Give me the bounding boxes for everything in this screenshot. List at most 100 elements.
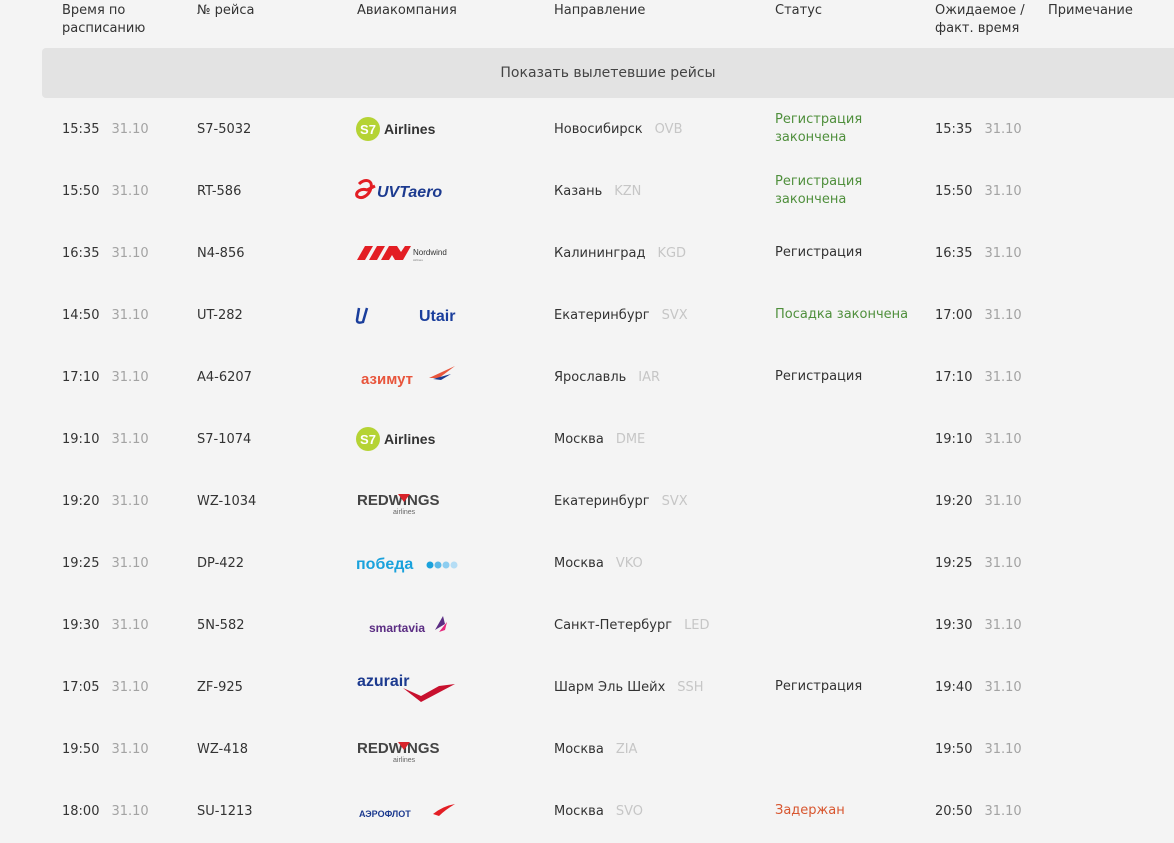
expected-date: 31.10 [984,679,1022,695]
expected-time: 19:40 [935,679,973,695]
destination-city: Калининград [554,245,646,261]
scheduled-time-cell: 19:25 31.10 [62,532,149,594]
destination-cell: Шарм Эль Шейх SSH [554,656,704,718]
flight-number: DP-422 [197,555,245,571]
status-text: Регистрация [775,679,863,694]
table-row[interactable]: 16:35 31.10 N4-856 Nordwind Airlines Кал… [0,222,1174,284]
destination-city: Москва [554,431,604,447]
scheduled-time: 18:00 [62,803,100,819]
scheduled-time: 14:50 [62,307,100,323]
expected-time: 19:10 [935,431,973,447]
logo-word-text: азимут [361,371,413,388]
destination-code: SVX [661,493,688,509]
status-text: Регистрация [775,245,863,260]
logo-word-text: azurair [357,673,409,690]
scheduled-time-cell: 19:30 31.10 [62,594,149,656]
header-scheduled-time: Время по расписанию [62,3,146,36]
scheduled-date: 31.10 [111,369,149,385]
destination-cell: Ярославль IAR [554,346,660,408]
table-row[interactable]: 15:35 31.10 S7-5032 S7 Airlines Новосиби… [0,98,1174,160]
expected-time: 19:30 [935,617,973,633]
table-row[interactable]: 19:10 31.10 S7-1074 S7 Airlines Москва D… [0,408,1174,470]
logo-word-text: победа [356,556,413,573]
expected-date: 31.10 [984,245,1022,261]
table-row[interactable]: 19:25 31.10 DP-422 победа Москва VKO 19:… [0,532,1174,594]
flights-table: 15:35 31.10 S7-5032 S7 Airlines Новосиби… [0,98,1174,842]
scheduled-time: 19:20 [62,493,100,509]
airline-logo-azurair: azurair [355,656,465,718]
scheduled-time-cell: 17:05 31.10 [62,656,149,718]
status-text: Регистрация закончена [775,174,863,207]
destination-code: VKO [615,555,643,571]
logo-word-text: Nordwind [413,248,447,257]
destination-code: SSH [677,679,704,695]
status-text: Задержан [775,803,845,818]
logo-word-text: Airlines [384,431,436,447]
destination-code: ZIA [615,741,638,757]
scheduled-time: 17:05 [62,679,100,695]
airline-logo-pobeda: победа [355,532,465,594]
table-row[interactable]: 19:20 31.10 WZ-1034 REDWINGS airlines Ек… [0,470,1174,532]
destination-city: Казань [554,183,603,199]
expected-date: 31.10 [984,555,1022,571]
expected-date: 31.10 [984,493,1022,509]
scheduled-time: 19:25 [62,555,100,571]
flight-number: 5N-582 [197,617,245,633]
scheduled-date: 31.10 [111,741,149,757]
airline-logo-uvt: UVTaero [355,160,465,222]
airline-logo-utair: Utair [355,284,465,346]
scheduled-date: 31.10 [111,431,149,447]
scheduled-date: 31.10 [111,183,149,199]
table-row[interactable]: 19:30 31.10 5N-582 smartavia Санкт-Петер… [0,594,1174,656]
expected-time: 19:50 [935,741,973,757]
destination-cell: Екатеринбург SVX [554,284,688,346]
logo-sub-text: Airlines [413,258,423,262]
table-row[interactable]: 15:50 31.10 RT-586 UVTaero Казань KZN Ре… [0,160,1174,222]
expected-time: 19:25 [935,555,973,571]
table-row[interactable]: 19:50 31.10 WZ-418 REDWINGS airlines Мос… [0,718,1174,780]
destination-code: LED [684,617,710,633]
scheduled-date: 31.10 [111,307,149,323]
header-flight-number: № рейса [197,3,255,18]
flight-number: WZ-1034 [197,493,257,509]
logo-word-text: REDWINGS [357,740,440,757]
destination-city: Ярославль [554,369,627,385]
destination-code: KGD [657,245,687,261]
destination-cell: Санкт-Петербург LED [554,594,710,656]
scheduled-time: 17:10 [62,369,100,385]
expected-time: 17:00 [935,307,973,323]
destination-cell: Москва VKO [554,532,643,594]
flight-number: SU-1213 [197,803,253,819]
status-text: Посадка закончена [775,307,909,322]
flight-number: S7-1074 [197,431,252,447]
expected-time-cell: 19:40 31.10 [935,656,1022,718]
destination-cell: Казань KZN [554,160,641,222]
logo-word-text: Airlines [384,121,436,137]
logo-word-text: Utair [419,308,455,325]
destination-cell: Москва SVO [554,780,643,842]
logo-word-text: REDWINGS [357,492,440,509]
destination-code: IAR [638,369,661,385]
destination-cell: Калининград KGD [554,222,686,284]
table-row[interactable]: 18:00 31.10 SU-1213 АЭРОФЛОТ Москва SVO … [0,780,1174,842]
expected-date: 31.10 [984,121,1022,137]
table-row[interactable]: 14:50 31.10 UT-282 Utair Екатеринбург SV… [0,284,1174,346]
scheduled-time-cell: 19:10 31.10 [62,408,149,470]
scheduled-date: 31.10 [111,803,149,819]
expected-time-cell: 19:20 31.10 [935,470,1022,532]
table-row[interactable]: 17:05 31.10 ZF-925 azurair Шарм Эль Шейх… [0,656,1174,718]
flight-number: S7-5032 [197,121,252,137]
header-expected-time: Ожидаемое / факт. время [935,3,1025,36]
scheduled-time: 19:50 [62,741,100,757]
expected-time-cell: 15:50 31.10 [935,160,1022,222]
logo-badge-text: S7 [360,122,376,137]
show-departed-flights-button[interactable]: Показать вылетевшие рейсы [42,48,1174,98]
airline-logo-smartavia: smartavia [355,594,465,656]
status-text: Регистрация [775,369,863,384]
table-row[interactable]: 17:10 31.10 A4-6207 азимут Ярославль IAR… [0,346,1174,408]
expected-time-cell: 15:35 31.10 [935,98,1022,160]
header-note: Примечание [1048,3,1133,18]
expected-time-cell: 19:30 31.10 [935,594,1022,656]
expected-time: 16:35 [935,245,973,261]
flight-number: UT-282 [197,307,243,323]
